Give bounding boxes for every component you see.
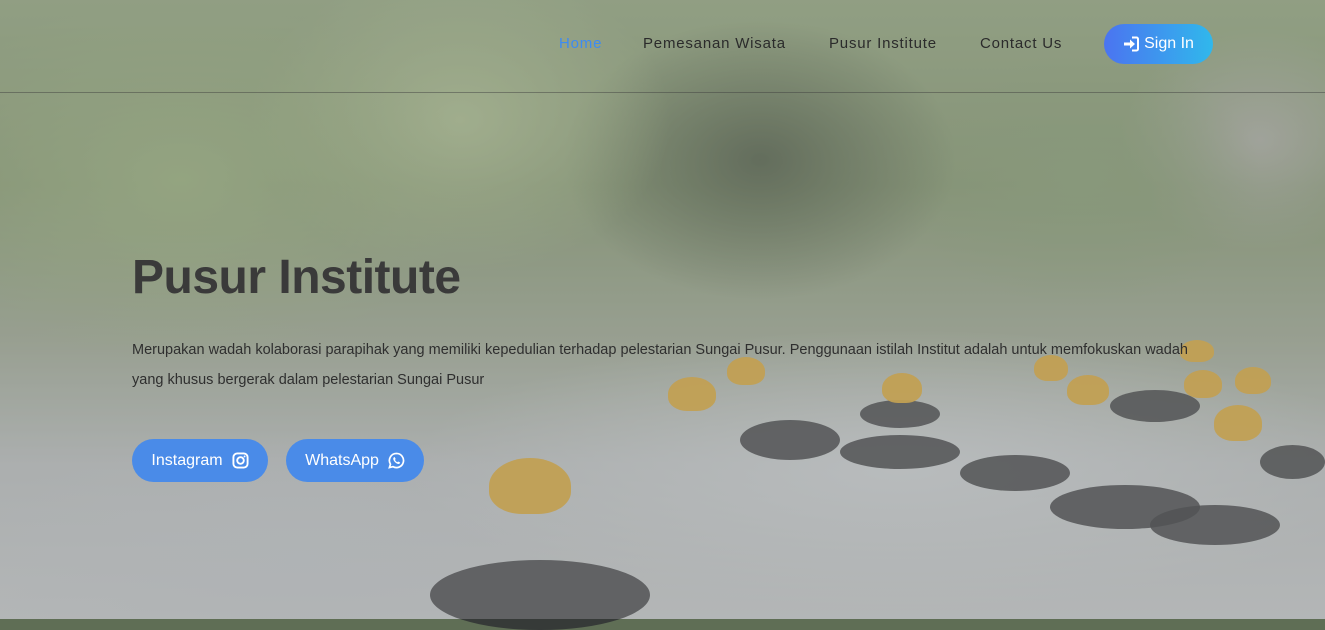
whatsapp-button[interactable]: WhatsApp: [286, 439, 424, 482]
nav-link-pusur-institute[interactable]: Pusur Institute: [829, 35, 937, 52]
instagram-button-label: Instagram: [151, 451, 223, 469]
sign-in-button[interactable]: Sign In: [1104, 24, 1213, 64]
nav-link-home[interactable]: Home: [559, 35, 602, 52]
whatsapp-button-label: WhatsApp: [305, 451, 379, 469]
hero-description: Merupakan wadah kolaborasi parapihak yan…: [132, 342, 1188, 388]
whatsapp-icon: [388, 452, 405, 469]
sign-in-label: Sign In: [1144, 35, 1194, 52]
instagram-icon: [232, 452, 249, 469]
sign-in-icon: [1124, 36, 1140, 52]
navbar: Home Pemesanan Wisata Pusur Institute Co…: [0, 0, 1325, 93]
instagram-button[interactable]: Instagram: [132, 439, 268, 482]
hero-title: Pusur Institute: [132, 251, 461, 304]
nav-link-pemesanan-wisata[interactable]: Pemesanan Wisata: [643, 35, 786, 52]
nav-link-contact-us[interactable]: Contact Us: [980, 35, 1062, 52]
